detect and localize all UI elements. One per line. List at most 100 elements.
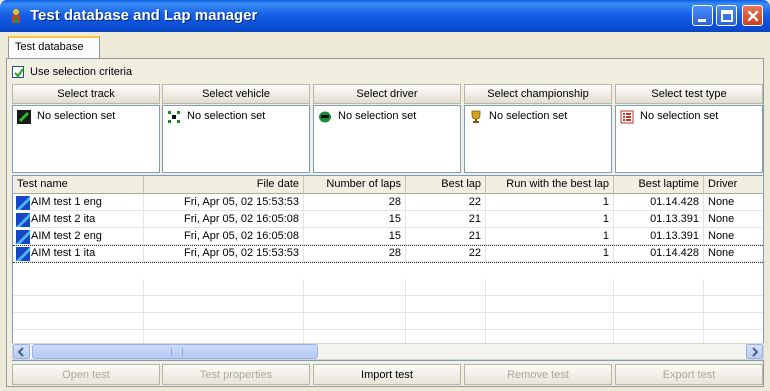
championship-selection-list[interactable]: No selection set: [464, 105, 612, 173]
championship-selection-value: No selection set: [489, 110, 568, 122]
trophy-icon: [471, 110, 481, 123]
test-list-grid[interactable]: Test name File date Number of laps Best …: [12, 175, 764, 361]
empty-cell: [486, 279, 614, 296]
driver-selection-value: No selection set: [338, 110, 417, 122]
table-cell-run-with-best-lap: 1: [486, 194, 614, 211]
table-cell-best-laptime: 01.14.428: [614, 194, 704, 211]
checkmark-icon: [14, 68, 24, 78]
table-cell-file-date: Fri, Apr 05, 02 15:53:53: [144, 245, 304, 262]
select-driver-button[interactable]: Select driver: [313, 84, 461, 104]
column-header-best-lap[interactable]: Best lap: [406, 176, 486, 194]
table-row[interactable]: AIM test 1 eng: [27, 194, 144, 211]
table-cell-driver: None: [704, 211, 763, 228]
empty-cell: [614, 296, 704, 313]
close-button[interactable]: [742, 5, 763, 26]
scroll-left-button[interactable]: [13, 344, 30, 359]
list-icon: [620, 110, 634, 124]
title-bar[interactable]: Test database and Lap manager: [0, 0, 770, 32]
chevron-left-icon: [17, 347, 24, 357]
empty-cell: [486, 313, 614, 330]
empty-cell: [704, 296, 763, 313]
table-cell-best-lap: 22: [406, 245, 486, 262]
empty-cell: [144, 313, 304, 330]
horizontal-scrollbar[interactable]: [12, 343, 764, 360]
column-header-number-of-laps[interactable]: Number of laps: [304, 176, 406, 194]
table-cell-run-with-best-lap: 1: [486, 211, 614, 228]
criteria-checkbox[interactable]: [12, 66, 24, 78]
empty-cell: [406, 279, 486, 296]
column-header-best-laptime[interactable]: Best laptime: [614, 176, 704, 194]
table-cell-number-of-laps: 28: [304, 245, 406, 262]
test-type-selection-list[interactable]: No selection set: [615, 105, 763, 173]
select-test-type-button[interactable]: Select test type: [615, 84, 763, 104]
vehicle-selection-list[interactable]: No selection set: [162, 105, 310, 173]
empty-cell: [486, 296, 614, 313]
table-cell-file-date: Fri, Apr 05, 02 15:53:53: [144, 194, 304, 211]
use-selection-criteria[interactable]: Use selection criteria: [12, 66, 132, 78]
app-window: Test database and Lap manager Test datab…: [0, 0, 770, 391]
minimize-icon: [698, 19, 706, 22]
track-selection-list[interactable]: No selection set: [12, 105, 160, 173]
table-row[interactable]: AIM test 2 ita: [27, 211, 144, 228]
tab-test-database[interactable]: Test database: [8, 36, 100, 58]
test-type-selection-value: No selection set: [640, 110, 719, 122]
column-header-file-date[interactable]: File date: [144, 176, 304, 194]
vehicle-selection-value: No selection set: [187, 110, 266, 122]
select-vehicle-button[interactable]: Select vehicle: [162, 84, 310, 104]
minimize-button[interactable]: [692, 5, 713, 26]
empty-cell: [304, 296, 406, 313]
table-cell-best-lap: 21: [406, 211, 486, 228]
table-row[interactable]: AIM test 2 eng: [27, 228, 144, 245]
scroll-thumb-grip: [171, 348, 183, 356]
empty-cell: [614, 313, 704, 330]
maximize-button[interactable]: [716, 5, 737, 26]
scroll-thumb[interactable]: [32, 344, 318, 359]
track-flag-icon: [17, 110, 31, 124]
empty-cell: [144, 296, 304, 313]
empty-cell: [13, 279, 144, 296]
table-cell-driver: None: [704, 194, 763, 211]
table-cell-best-laptime: 01.13.391: [614, 228, 704, 245]
table-cell-run-with-best-lap: 1: [486, 228, 614, 245]
driver-selection-list[interactable]: No selection set: [313, 105, 461, 173]
select-track-button[interactable]: Select track: [12, 84, 160, 104]
table-cell-driver: None: [704, 245, 763, 262]
test-properties-button[interactable]: Test properties: [162, 364, 310, 385]
column-header-driver[interactable]: Driver: [704, 176, 763, 194]
table-cell-number-of-laps: 15: [304, 228, 406, 245]
table-cell-number-of-laps: 15: [304, 211, 406, 228]
column-header-run-with-best-lap[interactable]: Run with the best lap: [486, 176, 614, 194]
table-cell-file-date: Fri, Apr 05, 02 16:05:08: [144, 211, 304, 228]
empty-cell: [304, 313, 406, 330]
maximize-icon: [721, 10, 733, 22]
criteria-label: Use selection criteria: [30, 66, 133, 78]
empty-cell: [704, 279, 763, 296]
track-selection-value: No selection set: [37, 110, 116, 122]
table-row[interactable]: AIM test 1 ita: [27, 245, 144, 262]
empty-cell: [614, 279, 704, 296]
table-cell-best-laptime: 01.13.391: [614, 211, 704, 228]
remove-test-button[interactable]: Remove test: [464, 364, 612, 385]
table-cell-file-date: Fri, Apr 05, 02 16:05:08: [144, 228, 304, 245]
export-test-button[interactable]: Export test: [615, 364, 763, 385]
column-header-test-name[interactable]: Test name: [13, 176, 144, 194]
table-cell-number-of-laps: 28: [304, 194, 406, 211]
empty-cell: [406, 313, 486, 330]
empty-cell: [13, 296, 144, 313]
close-icon: [747, 10, 759, 22]
import-test-button[interactable]: Import test: [313, 364, 461, 385]
chevron-right-icon: [752, 347, 759, 357]
driver-helmet-icon: [319, 111, 331, 123]
table-cell-best-lap: 22: [406, 194, 486, 211]
select-championship-button[interactable]: Select championship: [464, 84, 612, 104]
open-test-button[interactable]: Open test: [12, 364, 160, 385]
row-focus-line: [13, 262, 763, 263]
table-cell-run-with-best-lap: 1: [486, 245, 614, 262]
empty-cell: [704, 313, 763, 330]
table-cell-driver: None: [704, 228, 763, 245]
scroll-right-button[interactable]: [746, 344, 763, 359]
table-cell-best-lap: 21: [406, 228, 486, 245]
empty-cell: [304, 279, 406, 296]
table-cell-best-laptime: 01.14.428: [614, 245, 704, 262]
window-title: Test database and Lap manager: [30, 7, 258, 24]
